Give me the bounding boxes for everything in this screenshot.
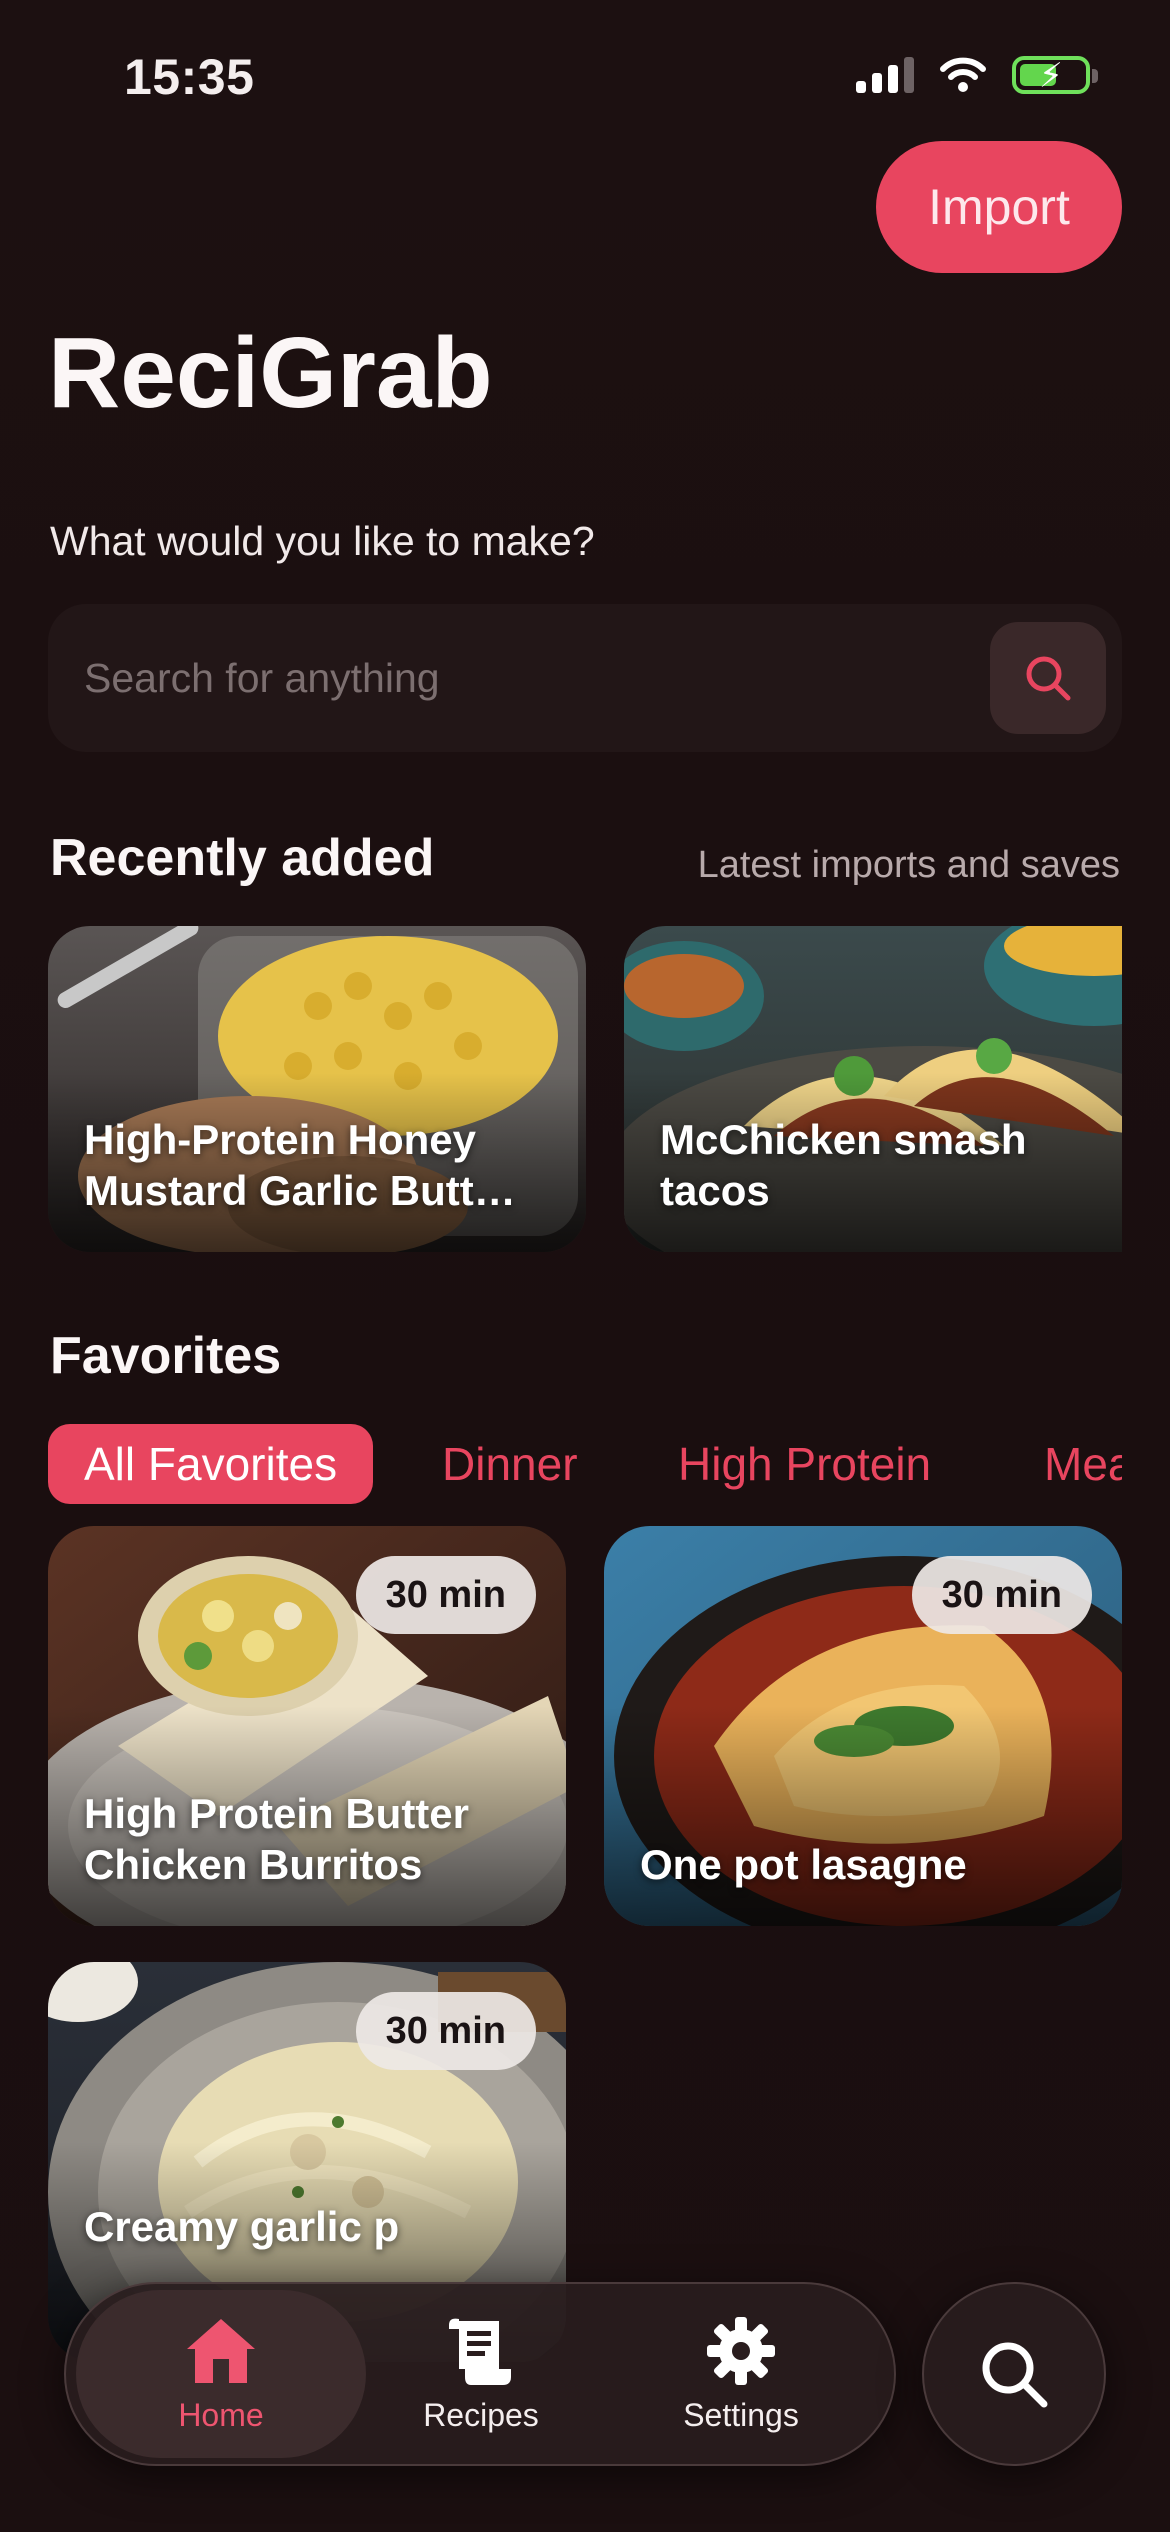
recent-recipe-card[interactable]: McChicken smash tacos bbox=[624, 926, 1122, 1252]
global-search-button[interactable] bbox=[922, 2282, 1106, 2466]
search-submit-button[interactable] bbox=[990, 622, 1106, 734]
favorites-filter-row: All Favorites Dinner High Protein Mea bbox=[48, 1424, 1122, 1504]
tab-label: Home bbox=[178, 2396, 264, 2433]
prompt-text: What would you like to make? bbox=[50, 518, 595, 564]
search-icon bbox=[1026, 656, 1071, 701]
tab-settings[interactable]: Settings bbox=[596, 2290, 886, 2458]
tab-recipes[interactable]: Recipes bbox=[336, 2290, 626, 2458]
gear-icon bbox=[707, 2316, 775, 2385]
recipe-title: McChicken smash tacos bbox=[660, 1115, 1027, 1214]
search-input[interactable] bbox=[84, 654, 990, 702]
recipe-title: High Protein Butter Chicken Burritos bbox=[84, 1789, 469, 1888]
recipe-title: High-Protein Honey Mustard Garlic Butt… bbox=[84, 1115, 516, 1214]
home-icon bbox=[187, 2318, 255, 2383]
cook-time-badge: 30 min bbox=[911, 1556, 1092, 1634]
recently-added-carousel[interactable]: High-Protein Honey Mustard Garlic Butt… bbox=[48, 926, 1122, 1252]
recipe-title: Creamy garlic p bbox=[84, 2202, 400, 2250]
status-icons: ⚡ bbox=[856, 56, 1098, 95]
status-time: 15:35 bbox=[124, 49, 255, 105]
cook-time-badge: 30 min bbox=[355, 1556, 536, 1634]
recently-added-title: Recently added bbox=[50, 829, 435, 887]
recipe-title: One pot lasagne bbox=[640, 1840, 967, 1888]
filter-chip-meal-prep[interactable]: Mea bbox=[1008, 1424, 1122, 1504]
filter-chip-all-favorites[interactable]: All Favorites bbox=[48, 1424, 374, 1504]
tab-label: Settings bbox=[683, 2396, 799, 2433]
tab-label: Recipes bbox=[423, 2396, 539, 2433]
favorite-recipe-card[interactable]: 30 min One pot lasagne bbox=[604, 1526, 1122, 1926]
search-icon bbox=[982, 2342, 1048, 2408]
filter-chip-dinner[interactable]: Dinner bbox=[406, 1424, 614, 1504]
filter-chip-high-protein[interactable]: High Protein bbox=[642, 1424, 967, 1504]
cellular-signal-icon bbox=[856, 57, 914, 93]
bottom-tab-bar: Home Recipes Settings bbox=[64, 2282, 896, 2466]
battery-icon: ⚡ bbox=[1012, 56, 1098, 95]
recent-recipe-card[interactable]: High-Protein Honey Mustard Garlic Butt… bbox=[48, 926, 586, 1252]
import-button[interactable]: Import bbox=[876, 141, 1122, 273]
recently-added-subtitle: Latest imports and saves bbox=[697, 844, 1120, 886]
search-bar bbox=[48, 604, 1122, 752]
app-title: ReciGrab bbox=[48, 317, 493, 429]
favorites-title: Favorites bbox=[50, 1327, 282, 1385]
scroll-icon bbox=[449, 2318, 511, 2385]
wifi-icon bbox=[940, 57, 986, 92]
app-screen: 15:35 ⚡ Import ReciGrab What would you l… bbox=[0, 0, 1170, 2532]
cook-time-badge: 30 min bbox=[355, 1992, 536, 2070]
tab-home[interactable]: Home bbox=[76, 2290, 366, 2458]
favorite-recipe-card[interactable]: 30 min High Protein Butter Chicken Burri… bbox=[48, 1526, 566, 1926]
